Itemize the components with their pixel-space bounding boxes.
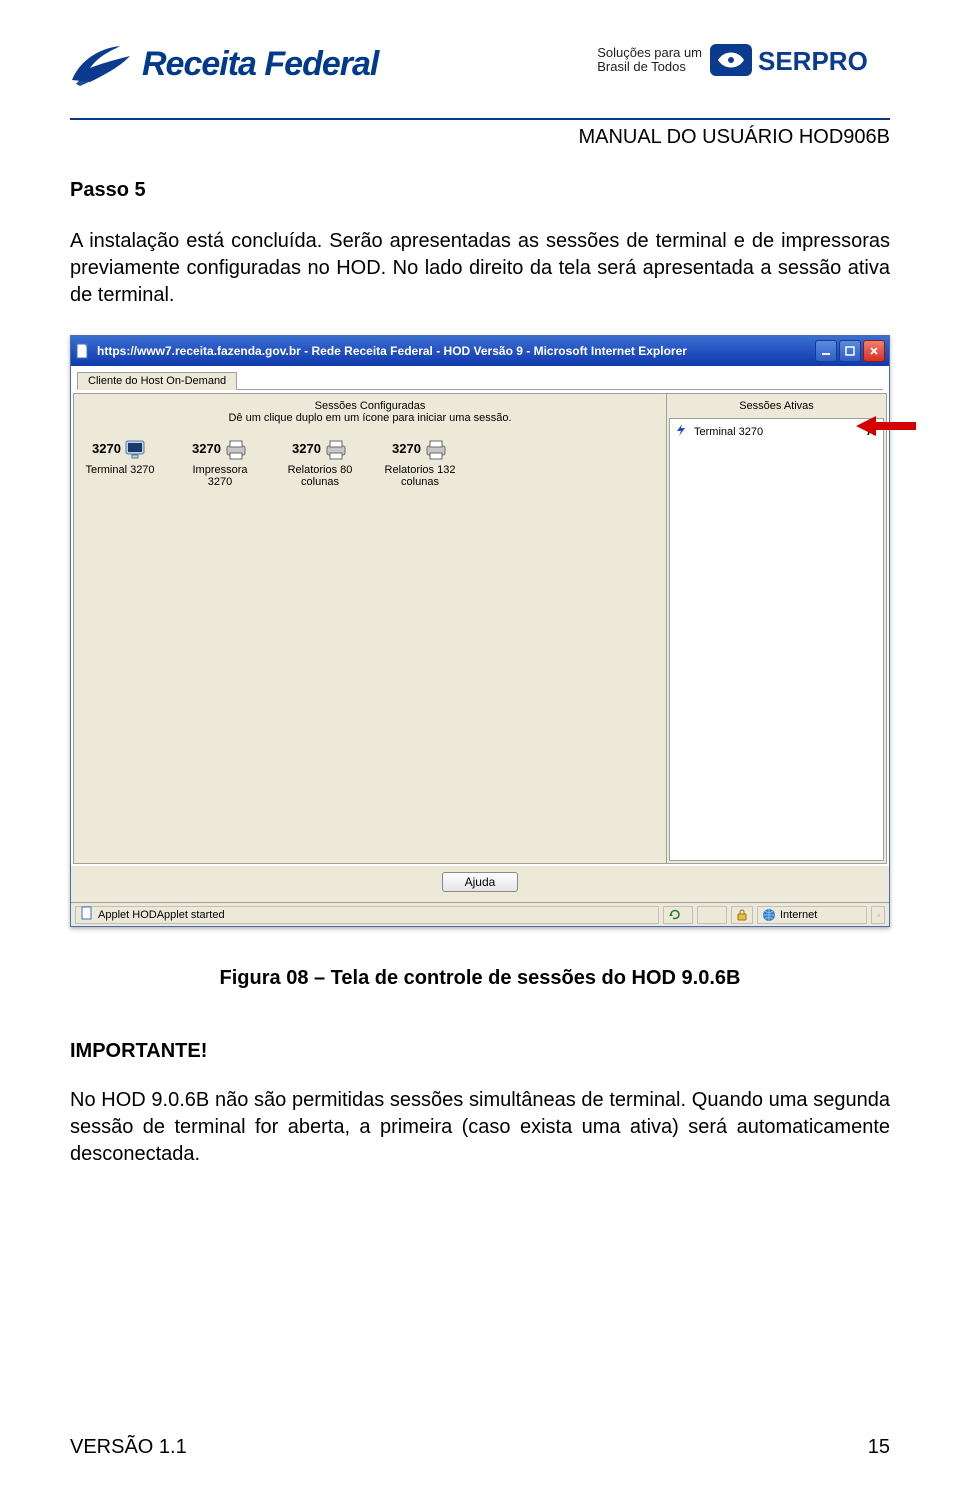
status-text-cell: Applet HODApplet started: [75, 906, 659, 924]
close-button[interactable]: [863, 340, 885, 362]
serpro-slogan-line1: Soluções para um: [597, 46, 702, 60]
hod-client-tab[interactable]: Cliente do Host On-Demand: [77, 372, 237, 390]
session-icon-label: Impressora 3270: [184, 464, 256, 488]
footer-page-number: 15: [868, 1436, 890, 1459]
page-footer: VERSÃO 1.1 15: [70, 1436, 890, 1459]
session-icon-relatorios-80[interactable]: 3270 Relatorios 80 colunas: [284, 438, 356, 488]
lightning-icon: [674, 423, 688, 440]
globe-icon: [762, 908, 776, 922]
printer-icon: [224, 438, 248, 462]
status-zone-text: Internet: [780, 909, 817, 921]
status-lock-cell: [731, 906, 753, 924]
letterhead: Receita Federal Soluções para um Brasil …: [70, 30, 890, 120]
screenshot-ie-window: https://www7.receita.fazenda.gov.br - Re…: [70, 335, 890, 927]
configured-heading: Sessões Configuradas: [78, 400, 662, 412]
serpro-slogan-line2: Brasil de Todos: [597, 60, 702, 74]
refresh-icon: [668, 908, 682, 922]
ie-statusbar: Applet HODApplet started Internet: [71, 902, 889, 926]
status-spacer-2: [697, 906, 727, 924]
printer-icon: [324, 438, 348, 462]
session-icon-terminal-3270[interactable]: 3270 Terminal 3270: [84, 438, 156, 476]
active-session-name: Terminal 3270: [694, 426, 861, 438]
configured-sessions-pane: Sessões Configuradas Dê um clique duplo …: [73, 393, 667, 864]
status-zone-cell: Internet: [757, 906, 867, 924]
status-spacer-1: [663, 906, 693, 924]
session-icon-impressora-3270[interactable]: 3270 Impressora 3270: [184, 438, 256, 488]
window-title-text: https://www7.receita.fazenda.gov.br - Re…: [97, 344, 815, 358]
step-heading: Passo 5: [70, 179, 890, 202]
status-text: Applet HODApplet started: [98, 909, 225, 921]
serpro-icon: SERPRO: [710, 40, 890, 80]
manual-title: MANUAL DO USUÁRIO HOD906B: [70, 126, 890, 149]
maximize-button[interactable]: [839, 340, 861, 362]
monitor-icon: [124, 438, 148, 462]
window-titlebar: https://www7.receita.fazenda.gov.br - Re…: [71, 336, 889, 366]
receita-federal-logo: Receita Federal: [70, 40, 378, 88]
session-icon-label: Terminal 3270: [84, 464, 156, 476]
configured-subheading: Dê um clique duplo em um ícone para inic…: [78, 412, 662, 424]
help-button[interactable]: Ajuda: [442, 872, 519, 892]
serpro-slogan: Soluções para um Brasil de Todos: [597, 46, 702, 75]
lock-icon: [736, 909, 748, 921]
active-session-item[interactable]: Terminal 3270 A: [674, 423, 879, 440]
resize-grip-icon: [871, 906, 885, 924]
ie-page-icon: [75, 343, 91, 359]
session-icon-relatorios-132[interactable]: 3270 Relatorios 132 colunas: [384, 438, 456, 488]
important-paragraph: No HOD 9.0.6B não são permitidas sessões…: [70, 1087, 890, 1168]
important-heading: IMPORTANTE!: [70, 1040, 890, 1063]
serpro-text: SERPRO: [758, 46, 868, 76]
session-icon-label: Relatorios 132 colunas: [384, 464, 456, 488]
callout-arrow-icon: [856, 416, 916, 441]
figure-caption: Figura 08 – Tela de controle de sessões …: [70, 967, 890, 990]
intro-paragraph: A instalação está concluída. Serão apres…: [70, 228, 890, 309]
printer-icon: [424, 438, 448, 462]
session-icon-label: Relatorios 80 colunas: [284, 464, 356, 488]
active-sessions-pane: Sessões Ativas Terminal 3270 A: [667, 393, 887, 864]
footer-version: VERSÃO 1.1: [70, 1436, 187, 1459]
receita-federal-text: Receita Federal: [142, 45, 378, 84]
serpro-logo-block: Soluções para um Brasil de Todos SERPRO: [597, 40, 890, 80]
receita-federal-icon: [70, 40, 134, 88]
active-heading: Sessões Ativas: [667, 394, 886, 416]
minimize-button[interactable]: [815, 340, 837, 362]
applet-status-icon: [80, 906, 94, 923]
